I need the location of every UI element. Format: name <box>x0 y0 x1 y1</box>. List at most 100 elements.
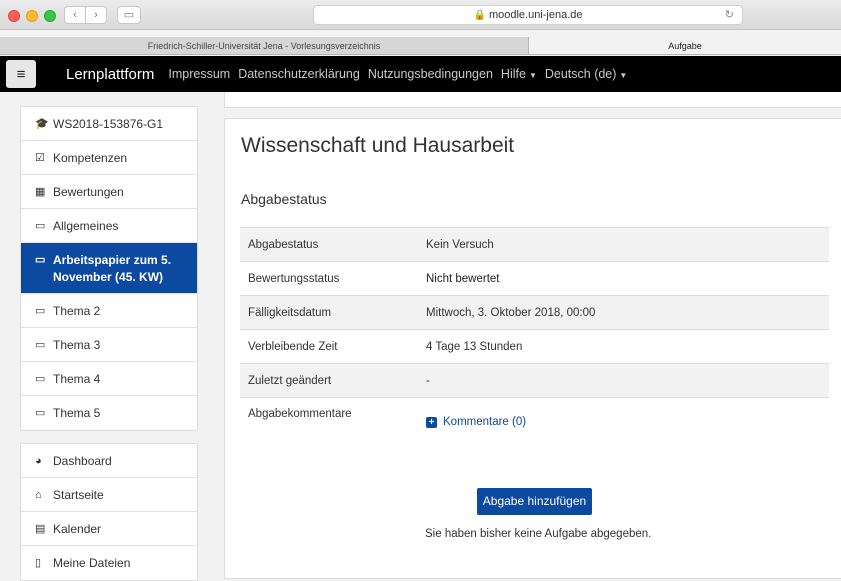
row-label: Abgabekommentare <box>240 397 417 448</box>
table-row: Verbleibende Zeit 4 Tage 13 Stunden <box>240 329 829 364</box>
sidebar-item-arbeitspapier[interactable]: ▭ Arbeitspapier zum 5. November (45. KW) <box>21 243 197 294</box>
sidebar-item-label: Arbeitspapier zum 5. November (45. KW) <box>53 253 172 284</box>
caret-down-icon: ▼ <box>528 71 537 80</box>
minimize-window-button[interactable] <box>26 10 38 22</box>
assignment-card: Wissenschaft und Hausarbeit Abgabestatus… <box>224 118 841 579</box>
add-submission-button[interactable]: Abgabe hinzufügen <box>477 488 592 515</box>
tab-vorlesungsverzeichnis[interactable]: Friedrich-Schiller-Universität Jena - Vo… <box>0 37 529 54</box>
page-title: Wissenschaft und Hausarbeit <box>241 134 515 157</box>
reload-icon[interactable]: ↻ <box>725 6 734 24</box>
row-label: Abgabestatus <box>240 227 417 262</box>
row-value: Mittwoch, 3. Oktober 2018, 00:00 <box>417 295 829 330</box>
sidebar-item-dashboard[interactable]: ◕ Dashboard <box>21 444 197 478</box>
caret-down-icon: ▼ <box>619 71 628 80</box>
folder-icon: ▭ <box>35 305 46 317</box>
nav-link-datenschutz[interactable]: Datenschutzerklärung <box>238 67 360 81</box>
sidebar-item-label: Thema 3 <box>53 338 101 352</box>
sidebar-item-label: Allgemeines <box>53 219 119 233</box>
folder-icon: ▭ <box>35 254 46 266</box>
sidebar-item-label: Kompetenzen <box>53 151 128 165</box>
sidebar-item-allgemeines[interactable]: ▭ Allgemeines <box>21 209 197 243</box>
submission-status-table: Abgabestatus Kein Versuch Bewertungsstatu… <box>240 227 829 448</box>
forward-button[interactable]: › <box>85 6 107 24</box>
sidebar-item-label: Startseite <box>53 488 104 502</box>
table-row: Bewertungsstatus Nicht bewertet <box>240 261 829 296</box>
comments-link[interactable]: + Kommentare (0) <box>426 416 526 428</box>
row-value: + Kommentare (0) <box>417 397 829 448</box>
sidebar-item-label: Bewertungen <box>53 185 124 199</box>
folder-icon: ▭ <box>35 407 46 419</box>
submission-notice: Sie haben bisher keine Aufgabe abgegeben… <box>425 528 652 540</box>
row-label: Bewertungsstatus <box>240 261 417 296</box>
folder-icon: ▭ <box>35 373 46 385</box>
row-value: - <box>417 363 829 398</box>
table-row: Zuletzt geändert - <box>240 363 829 398</box>
sidebar-item-label: Thema 5 <box>53 406 101 420</box>
browser-tabs: Friedrich-Schiller-Universität Jena - Vo… <box>0 37 841 55</box>
nav-drawer: 🎓 WS2018-153876-G1 ☑ Kompetenzen ▦ Bewertun… <box>20 106 198 581</box>
file-icon: ▯ <box>35 557 42 569</box>
folder-icon: ▭ <box>35 339 46 351</box>
sidebar-item-course[interactable]: 🎓 WS2018-153876-G1 <box>21 107 197 141</box>
course-nav-block: 🎓 WS2018-153876-G1 ☑ Kompetenzen ▦ Bewertun… <box>20 106 198 431</box>
graduation-cap-icon: 🎓 <box>35 118 49 130</box>
sidebar-item-thema-4[interactable]: ▭ Thema 4 <box>21 362 197 396</box>
checkbox-icon: ☑ <box>35 152 45 164</box>
address-text: moodle.uni-jena.de <box>488 9 583 21</box>
sidebar-toggle-button[interactable]: ▭ <box>117 6 141 24</box>
chevron-right-icon: › <box>94 9 98 21</box>
sidebar-item-label: Kalender <box>53 522 102 536</box>
hamburger-icon: ≡ <box>16 65 26 83</box>
top-navbar: ≡ Lernplattform Impressum Datenschutzerk… <box>0 56 841 92</box>
nav-hilfe-label: Hilfe <box>500 67 526 81</box>
general-nav-block: ◕ Dashboard ⌂ Startseite ▤ Kalender ▯ Meine … <box>20 443 198 581</box>
table-icon: ▦ <box>35 186 46 198</box>
table-row: Abgabekommentare + Kommentare (0) <box>240 397 829 448</box>
sidebar-item-label: Thema 4 <box>53 372 101 386</box>
table-row: Abgabestatus Kein Versuch <box>240 227 829 262</box>
browser-titlebar: ‹ › ▭ 🔒 moodle.uni-jena.de ↻ <box>0 0 841 30</box>
row-label: Zuletzt geändert <box>240 363 417 398</box>
row-value: Kein Versuch <box>417 227 829 262</box>
dashboard-icon: ◕ <box>35 455 42 467</box>
folder-icon: ▭ <box>35 220 46 232</box>
sidebar-item-kalender[interactable]: ▤ Kalender <box>21 512 197 546</box>
sidebar-item-thema-5[interactable]: ▭ Thema 5 <box>21 396 197 430</box>
row-value: 4 Tage 13 Stunden <box>417 329 829 364</box>
nav-link-impressum[interactable]: Impressum <box>168 67 230 81</box>
sidebar-item-thema-2[interactable]: ▭ Thema 2 <box>21 294 197 328</box>
nav-link-nutzungsbedingungen[interactable]: Nutzungsbedingungen <box>368 67 493 81</box>
maximize-window-button[interactable] <box>44 10 56 22</box>
sidebar-item-thema-3[interactable]: ▭ Thema 3 <box>21 328 197 362</box>
header-card <box>224 92 841 108</box>
sidebar-item-label: Dashboard <box>53 454 112 468</box>
sidebar-item-meine-dateien[interactable]: ▯ Meine Dateien <box>21 546 197 580</box>
row-value: Nicht bewertet <box>417 261 829 296</box>
sidebar-icon: ▭ <box>123 9 135 21</box>
sidebar-item-kompetenzen[interactable]: ☑ Kompetenzen <box>21 141 197 175</box>
plus-square-icon: + <box>426 416 437 428</box>
row-label: Verbleibende Zeit <box>240 329 417 364</box>
nav-language-label: Deutsch (de) <box>544 67 617 81</box>
site-brand[interactable]: Lernplattform <box>66 66 154 83</box>
address-bar[interactable]: 🔒 moodle.uni-jena.de ↻ <box>313 5 743 25</box>
sidebar-item-label: Thema 2 <box>53 304 101 318</box>
chevron-left-icon: ‹ <box>73 9 77 21</box>
home-icon: ⌂ <box>35 489 42 501</box>
menu-toggle-button[interactable]: ≡ <box>6 60 36 88</box>
nav-dropdown-language[interactable]: Deutsch (de) ▼ <box>545 67 627 81</box>
close-window-button[interactable] <box>8 10 20 22</box>
sidebar-item-label: Meine Dateien <box>53 556 131 570</box>
comments-link-label: Kommentare (0) <box>443 416 527 428</box>
back-button[interactable]: ‹ <box>64 6 86 24</box>
row-label: Fälligkeitsdatum <box>240 295 417 330</box>
section-heading: Abgabestatus <box>241 191 327 207</box>
nav-dropdown-hilfe[interactable]: Hilfe ▼ <box>501 67 537 81</box>
tab-aufgabe[interactable]: Aufgabe <box>529 37 841 54</box>
calendar-icon: ▤ <box>35 523 46 535</box>
lock-icon: 🔒 <box>473 10 486 21</box>
table-row: Fälligkeitsdatum Mittwoch, 3. Oktober 201… <box>240 295 829 330</box>
sidebar-item-startseite[interactable]: ⌂ Startseite <box>21 478 197 512</box>
sidebar-item-bewertungen[interactable]: ▦ Bewertungen <box>21 175 197 209</box>
sidebar-item-label: WS2018-153876-G1 <box>53 117 164 131</box>
